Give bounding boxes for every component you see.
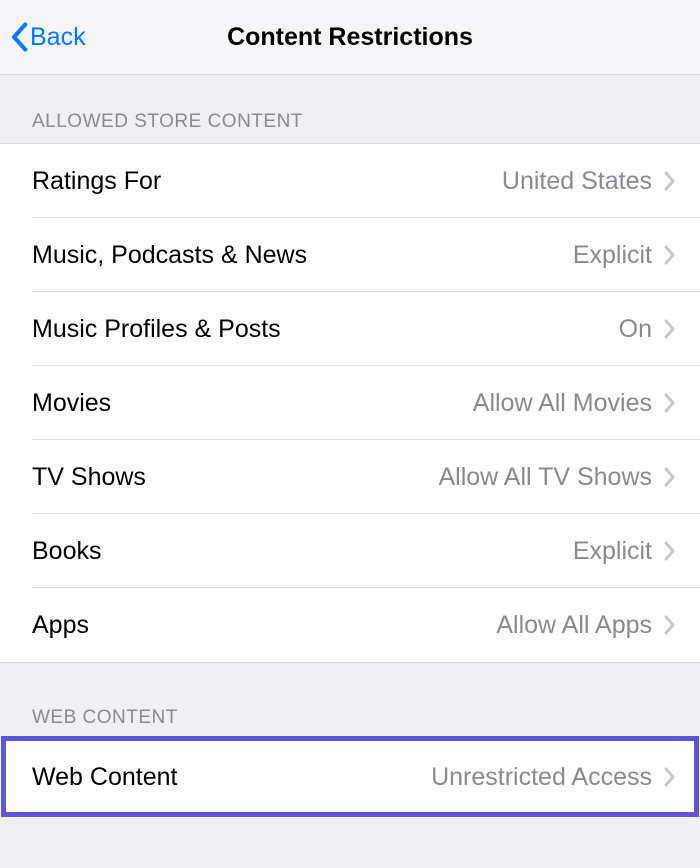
section-header-web: Web Content	[0, 663, 700, 739]
section-header-store: Allowed Store Content	[0, 75, 700, 143]
row-tv-shows[interactable]: TV Shows Allow All TV Shows	[0, 440, 700, 514]
row-label: Apps	[32, 611, 496, 640]
chevron-right-icon	[664, 319, 676, 339]
row-music-profiles-posts[interactable]: Music Profiles & Posts On	[0, 292, 700, 366]
back-label: Back	[30, 23, 86, 52]
row-value: Explicit	[573, 537, 652, 566]
row-value: United States	[502, 167, 652, 196]
row-label: Web Content	[32, 763, 431, 792]
row-apps[interactable]: Apps Allow All Apps	[0, 588, 700, 662]
chevron-right-icon	[664, 467, 676, 487]
row-label: Music, Podcasts & News	[32, 241, 573, 270]
row-web-content[interactable]: Web Content Unrestricted Access	[4, 740, 696, 814]
row-label: Music Profiles & Posts	[32, 315, 619, 344]
row-label: Movies	[32, 389, 473, 418]
row-value: Allow All Movies	[473, 389, 652, 418]
row-ratings-for[interactable]: Ratings For United States	[0, 144, 700, 218]
chevron-right-icon	[664, 541, 676, 561]
chevron-right-icon	[664, 245, 676, 265]
chevron-right-icon	[664, 767, 676, 787]
web-settings-group: Web Content Unrestricted Access	[4, 739, 696, 814]
row-value: Unrestricted Access	[431, 763, 652, 792]
row-value: Explicit	[573, 241, 652, 270]
chevron-right-icon	[664, 615, 676, 635]
page-title: Content Restrictions	[0, 23, 700, 52]
store-settings-group: Ratings For United States Music, Podcast…	[0, 143, 700, 663]
chevron-right-icon	[664, 393, 676, 413]
row-value: On	[619, 315, 652, 344]
row-label: TV Shows	[32, 463, 438, 492]
row-movies[interactable]: Movies Allow All Movies	[0, 366, 700, 440]
row-value: Allow All TV Shows	[438, 463, 652, 492]
chevron-left-icon	[10, 22, 28, 52]
row-music-podcasts-news[interactable]: Music, Podcasts & News Explicit	[0, 218, 700, 292]
chevron-right-icon	[664, 171, 676, 191]
row-label: Ratings For	[32, 167, 502, 196]
back-button[interactable]: Back	[0, 22, 86, 52]
navigation-bar: Back Content Restrictions	[0, 0, 700, 75]
row-value: Allow All Apps	[496, 611, 652, 640]
row-label: Books	[32, 537, 573, 566]
row-books[interactable]: Books Explicit	[0, 514, 700, 588]
